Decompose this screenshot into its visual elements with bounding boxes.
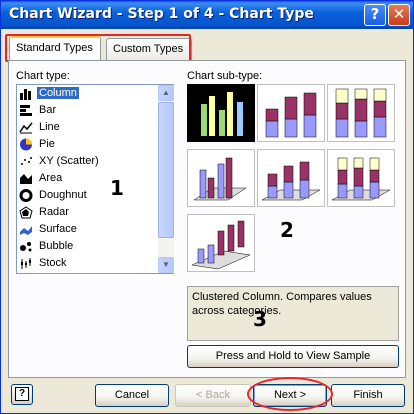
subtype-clustered-column[interactable] xyxy=(187,84,255,142)
annotation-2: 2 xyxy=(280,218,294,242)
list-item-column[interactable]: Column xyxy=(17,85,157,102)
scroll-down-icon[interactable]: ▼ xyxy=(158,257,174,273)
view-sample-button[interactable]: Press and Hold to View Sample xyxy=(187,345,399,368)
subtype-description: Clustered Column. Compares values across… xyxy=(187,286,399,341)
chart-type-list[interactable]: Column Bar Line Pie XY (Scatter) Area Do… xyxy=(16,84,174,274)
tab-standard-types[interactable]: Standard Types xyxy=(9,36,101,60)
chart-type-scrollbar[interactable]: ▲ ▼ xyxy=(158,85,174,273)
subtype-3d-100-stacked-column[interactable] xyxy=(327,149,395,207)
help-button[interactable]: ? xyxy=(364,4,386,26)
pie-chart-icon xyxy=(20,138,32,151)
stock-chart-icon xyxy=(21,258,31,269)
description-text: Clustered Column. Compares values across… xyxy=(192,291,372,317)
help-icon-button[interactable]: ? xyxy=(11,384,33,405)
back-button[interactable]: < Back xyxy=(175,384,251,407)
finish-button[interactable]: Finish xyxy=(331,384,405,407)
area-chart-icon xyxy=(20,174,32,184)
subtype-3d-stacked-column[interactable] xyxy=(257,149,325,207)
list-item-radar[interactable]: Radar xyxy=(17,204,157,221)
100-percent-stacked-column-icon xyxy=(335,88,387,138)
next-button[interactable]: Next > xyxy=(253,384,327,407)
window-title: Chart Wizard - Step 1 of 4 - Chart Type xyxy=(9,6,314,22)
subtype-3d-clustered-column[interactable] xyxy=(187,149,255,207)
column-chart-icon xyxy=(20,89,31,100)
bubble-chart-icon xyxy=(20,242,32,252)
chart-type-label: Chart type: xyxy=(16,70,70,82)
chart-subtype-label: Chart sub-type: xyxy=(187,70,263,82)
annotation-3: 3 xyxy=(253,307,267,331)
cancel-button[interactable]: Cancel xyxy=(95,384,169,407)
clustered-column-icon xyxy=(201,92,243,136)
close-button[interactable]: ✕ xyxy=(388,4,410,26)
radar-chart-icon xyxy=(19,206,33,219)
chart-wizard-dialog: Chart Wizard - Step 1 of 4 - Chart Type … xyxy=(0,0,414,414)
list-item-doughnut[interactable]: Doughnut xyxy=(17,187,157,204)
scatter-chart-icon xyxy=(21,157,32,165)
bar-chart-icon xyxy=(20,105,32,116)
list-item-bar[interactable]: Bar xyxy=(17,102,157,119)
subtype-100-stacked-column[interactable] xyxy=(327,84,395,142)
scroll-up-icon[interactable]: ▲ xyxy=(158,85,174,101)
list-item-scatter[interactable]: XY (Scatter) xyxy=(17,153,157,170)
3d-clustered-column-icon xyxy=(193,157,247,201)
list-item-area[interactable]: Area xyxy=(17,170,157,187)
list-item-line[interactable]: Line xyxy=(17,119,157,136)
title-bar: Chart Wizard - Step 1 of 4 - Chart Type … xyxy=(1,1,413,29)
3d-stacked-column-icon xyxy=(261,161,321,201)
question-icon: ? xyxy=(15,387,29,401)
surface-chart-icon xyxy=(20,226,32,235)
subtype-3d-column[interactable] xyxy=(187,214,255,272)
tab-custom-types[interactable]: Custom Types xyxy=(106,38,192,60)
stacked-column-icon xyxy=(265,92,317,138)
list-item-pie[interactable]: Pie xyxy=(17,136,157,153)
scroll-thumb[interactable] xyxy=(158,102,174,238)
list-item-surface[interactable]: Surface xyxy=(17,221,157,238)
doughnut-chart-icon xyxy=(19,189,33,202)
subtype-stacked-column[interactable] xyxy=(257,84,325,142)
line-chart-icon xyxy=(19,122,33,134)
list-item-stock[interactable]: Stock xyxy=(17,255,157,272)
3d-100-percent-stacked-column-icon xyxy=(331,157,391,201)
annotation-1: 1 xyxy=(110,176,124,200)
3d-column-icon xyxy=(191,220,251,270)
list-item-bubble[interactable]: Bubble xyxy=(17,238,157,255)
